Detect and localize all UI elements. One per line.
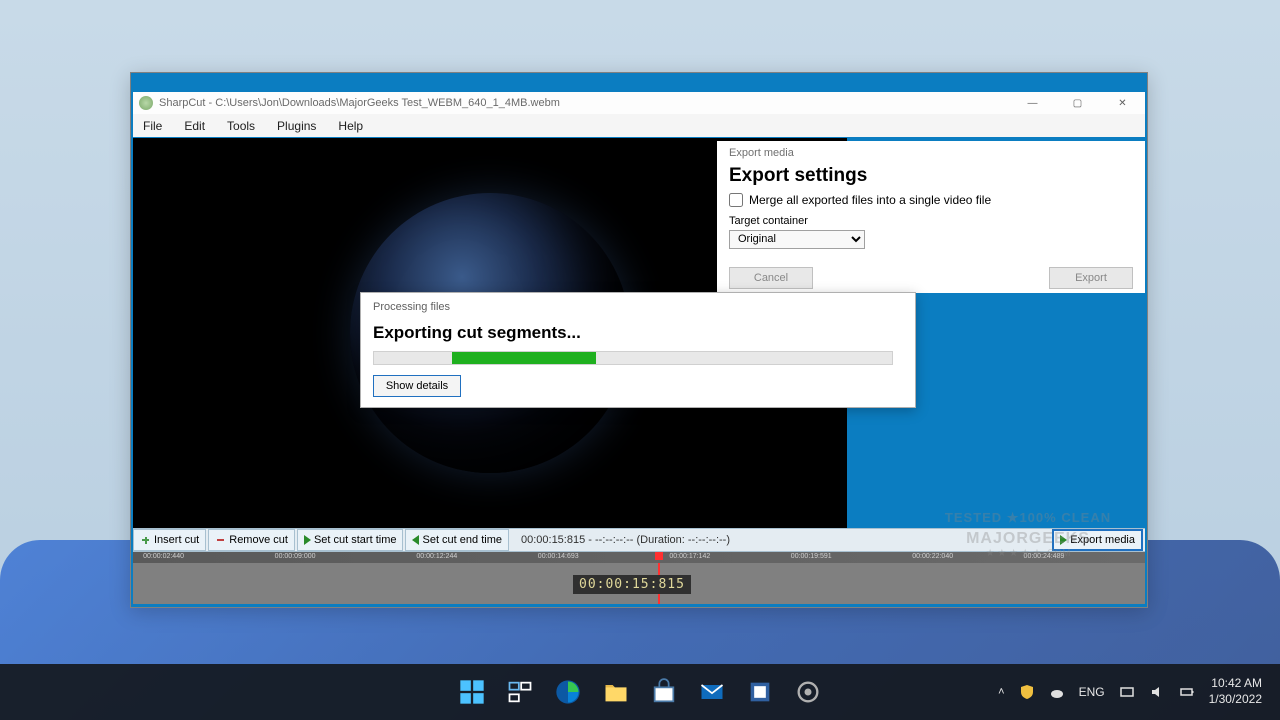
mail-button[interactable] <box>692 672 732 712</box>
progress-dialog: Processing files Exporting cut segments.… <box>360 292 916 408</box>
export-button[interactable]: Export <box>1049 267 1133 289</box>
timeline-time-badge: 00:00:15:815 <box>573 575 691 594</box>
folder-icon <box>602 678 630 706</box>
minus-icon <box>215 535 226 546</box>
menubar: File Edit Tools Plugins Help <box>133 114 1145 137</box>
menu-edit[interactable]: Edit <box>184 119 205 133</box>
taskbar: ˄ ENG 10:42 AM 1/30/2022 <box>0 664 1280 720</box>
clock[interactable]: 10:42 AM 1/30/2022 <box>1209 676 1262 707</box>
window-title: SharpCut - C:\Users\Jon\Downloads\MajorG… <box>159 97 560 109</box>
gear-icon <box>794 678 822 706</box>
explorer-button[interactable] <box>596 672 636 712</box>
network-icon[interactable] <box>1119 684 1135 700</box>
target-container-label: Target container <box>729 215 1133 227</box>
shield-icon[interactable] <box>1019 684 1035 700</box>
menu-plugins[interactable]: Plugins <box>277 119 316 133</box>
edge-icon <box>554 678 582 706</box>
store-button[interactable] <box>644 672 684 712</box>
settings-button[interactable] <box>788 672 828 712</box>
start-button[interactable] <box>452 672 492 712</box>
app-button[interactable] <box>740 672 780 712</box>
minimize-button[interactable]: — <box>1010 92 1055 114</box>
cloud-icon[interactable] <box>1049 684 1065 700</box>
menu-help[interactable]: Help <box>338 119 363 133</box>
progress-fill <box>452 352 596 364</box>
export-media-button[interactable]: Export media <box>1052 529 1143 551</box>
set-end-button[interactable]: Set cut end time <box>405 529 509 551</box>
app-icon <box>139 96 153 110</box>
remove-cut-button[interactable]: Remove cut <box>208 529 295 551</box>
app-icon <box>746 678 774 706</box>
timeline[interactable]: 00:00:02:440 00:00:09:000 00:00:12:244 0… <box>133 552 1145 604</box>
tray-chevron-icon[interactable]: ˄ <box>998 686 1004 698</box>
merge-checkbox-row[interactable]: Merge all exported files into a single v… <box>729 193 1133 207</box>
cut-toolbar: Insert cut Remove cut Set cut start time… <box>133 528 1145 552</box>
menu-tools[interactable]: Tools <box>227 119 255 133</box>
volume-icon[interactable] <box>1149 684 1165 700</box>
export-panel: Export media Export settings Merge all e… <box>717 141 1145 293</box>
show-details-button[interactable]: Show details <box>373 375 461 397</box>
target-container-select[interactable]: Original <box>729 230 865 249</box>
time-display: 00:00:15:815 - --:--:--:-- (Duration: --… <box>511 534 740 546</box>
plus-icon <box>140 535 151 546</box>
task-view-button[interactable] <box>500 672 540 712</box>
set-start-button[interactable]: Set cut start time <box>297 529 404 551</box>
export-panel-title: Export media <box>729 147 1133 159</box>
time: 10:42 AM <box>1209 676 1262 692</box>
titlebar: SharpCut - C:\Users\Jon\Downloads\MajorG… <box>133 92 1145 114</box>
maximize-button[interactable]: ▢ <box>1055 92 1100 114</box>
progress-bar <box>373 351 893 365</box>
export-settings-heading: Export settings <box>729 165 1133 187</box>
windows-icon <box>458 678 486 706</box>
system-tray: ˄ ENG 10:42 AM 1/30/2022 <box>998 664 1262 720</box>
language-indicator[interactable]: ENG <box>1079 685 1105 699</box>
cancel-button[interactable]: Cancel <box>729 267 813 289</box>
task-view-icon <box>506 678 534 706</box>
arrow-left-icon <box>412 535 419 545</box>
insert-cut-button[interactable]: Insert cut <box>133 529 206 551</box>
battery-icon[interactable] <box>1179 684 1195 700</box>
merge-label: Merge all exported files into a single v… <box>749 193 991 207</box>
timeline-track[interactable]: 00:00:15:815 <box>133 563 1145 604</box>
store-icon <box>650 678 678 706</box>
date: 1/30/2022 <box>1209 692 1262 708</box>
progress-title: Processing files <box>373 301 903 313</box>
merge-checkbox[interactable] <box>729 193 743 207</box>
progress-heading: Exporting cut segments... <box>373 323 903 343</box>
mail-icon <box>698 678 726 706</box>
menu-file[interactable]: File <box>143 119 162 133</box>
timeline-ruler: 00:00:02:440 00:00:09:000 00:00:12:244 0… <box>133 552 1145 563</box>
edge-button[interactable] <box>548 672 588 712</box>
arrow-right-icon <box>304 535 311 545</box>
arrow-right-icon <box>1060 535 1067 545</box>
close-button[interactable]: ✕ <box>1100 92 1145 114</box>
